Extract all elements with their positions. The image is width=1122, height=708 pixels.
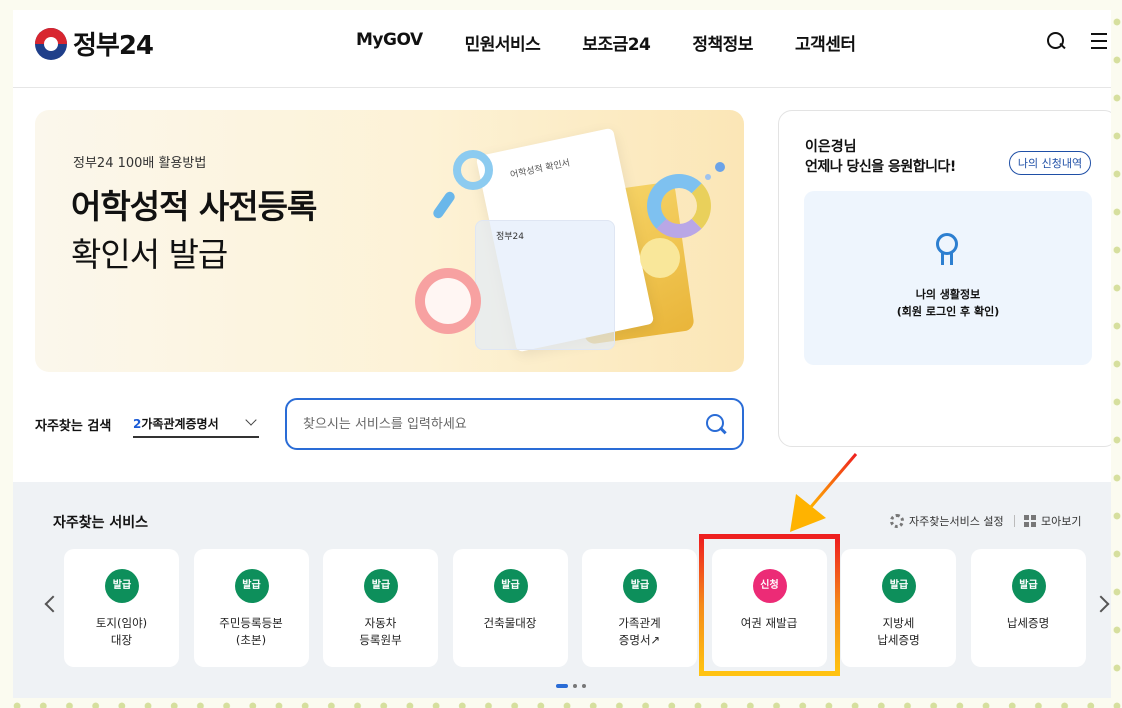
search-icon[interactable] (1045, 30, 1067, 52)
chevron-down-icon (245, 414, 257, 426)
service-label: 납세증명 (1006, 616, 1050, 630)
glass-card-logo: 정부24 (496, 232, 525, 242)
banner-title-line2: 확인서 발급 (71, 235, 228, 274)
service-badge: 발급 (364, 569, 398, 603)
service-badge: 발급 (623, 569, 657, 603)
certificate-title: 어학성적 확인서 (509, 158, 572, 181)
user-panel: 이은경님 언제나 당신을 응원합니다! 나의 신청내역 나의 생활정보 (회원 … (778, 110, 1111, 447)
nav-customer-center[interactable]: 고객센터 (795, 30, 856, 55)
service-card[interactable]: 발급자동차 등록원부 (323, 549, 438, 667)
service-card[interactable]: 발급지방세 납세증명 (841, 549, 956, 667)
page-indicator-active[interactable] (556, 684, 568, 688)
service-search-input[interactable] (303, 413, 683, 435)
service-badge: 발급 (234, 569, 269, 603)
site-header: 정부24 MyGOV 민원서비스 보조금24 정책정보 고객센터 (13, 10, 1111, 88)
service-label: 지방세 납세증명 (877, 616, 920, 648)
decor-dot (705, 174, 711, 180)
frequent-search-label: 자주찾는 검색 (35, 419, 112, 434)
promo-banner[interactable]: 정부24 100배 활용방법 어학성적 사전등록 확인서 발급 어학성적 확인서… (35, 110, 744, 372)
view-all-label: 모아보기 (1041, 515, 1082, 528)
page-indicator[interactable] (573, 684, 577, 688)
banner-title-line1: 어학성적 사전등록 (71, 187, 317, 226)
gear-icon (890, 514, 904, 528)
gov24-logo[interactable]: 정부24 (35, 25, 154, 62)
search-button-icon[interactable] (704, 412, 728, 436)
divider (1014, 515, 1015, 527)
carousel-pagination (556, 684, 586, 688)
service-label: 주민등록등본 (초본) (219, 616, 283, 648)
services-title: 자주찾는 서비스 (53, 515, 149, 531)
service-label: 가족관계 증명서↗ (618, 616, 661, 648)
magnifier-handle-illustration (431, 189, 457, 221)
page-frame: 정부24 MyGOV 민원서비스 보조금24 정책정보 고객센터 정부24 10… (13, 10, 1111, 698)
nav-subsidy24[interactable]: 보조금24 (582, 30, 651, 55)
frequent-services-section: 자주찾는 서비스 자주찾는서비스 설정 모아보기 발급 토지(임야) 대장 발급 주민… (13, 482, 1111, 698)
frequent-search-select[interactable]: 2가족관계증명서 (133, 408, 259, 438)
nav-policy-info[interactable]: 정책정보 (692, 30, 753, 55)
services-settings-link[interactable]: 자주찾는서비스 설정 (890, 513, 1004, 529)
highlight-box (699, 534, 840, 676)
decor-dot (715, 162, 725, 172)
service-card[interactable]: 발급건축물대장 (452, 549, 568, 667)
life-info-card[interactable]: 나의 생활정보 (회원 로그인 후 확인) (804, 191, 1092, 365)
service-card[interactable]: 발급납세증명 (970, 549, 1086, 667)
service-search-box (285, 398, 744, 450)
header-actions (1045, 30, 1111, 52)
services-settings-label: 자주찾는서비스 설정 (909, 515, 1004, 528)
user-name: 이은경님 (805, 139, 857, 155)
service-card[interactable]: 발급주민등록등본 (초본) (193, 549, 309, 667)
ribbon-badge-icon (932, 233, 962, 267)
carousel-next-icon[interactable] (1092, 595, 1110, 613)
service-card[interactable]: 발급가족관계 증명서↗ (582, 549, 697, 667)
life-info-title: 나의 생활정보 (915, 288, 981, 301)
taegeuk-icon (35, 27, 67, 60)
my-applications-button[interactable]: 나의 신청내역 (1009, 151, 1091, 175)
view-all-link[interactable]: 모아보기 (1024, 513, 1081, 529)
nav-civil-services[interactable]: 민원서비스 (465, 30, 541, 55)
page-indicator[interactable] (582, 684, 586, 688)
donut-chart-illustration (647, 174, 711, 238)
avatar-illustration (640, 238, 680, 278)
logo-text: 정부24 (73, 31, 154, 61)
grid-icon (1024, 515, 1036, 527)
service-badge: 발급 (493, 569, 528, 603)
service-badge: 발급 (1011, 569, 1046, 603)
user-greeting: 언제나 당신을 응원합니다! (805, 159, 956, 175)
life-info-subtitle: (회원 로그인 후 확인) (896, 305, 1000, 318)
frequent-search-keyword: 가족관계증명서 (141, 417, 219, 431)
service-card[interactable]: 발급토지(임야) 대장 (64, 549, 179, 667)
alarm-clock-illustration (415, 268, 481, 334)
service-label: 토지(임야) 대장 (95, 616, 148, 648)
banner-subtitle: 정부24 100배 활용방법 (73, 156, 207, 171)
glass-card-illustration: 정부24 (475, 220, 615, 350)
annotation-arrow-icon (790, 453, 858, 532)
carousel-prev-icon[interactable] (44, 595, 62, 613)
magnifier-illustration (453, 150, 493, 190)
menu-icon[interactable] (1089, 30, 1111, 52)
service-label: 자동차 등록원부 (359, 616, 402, 648)
service-badge: 발급 (105, 569, 139, 603)
main-nav: MyGOV 민원서비스 보조금24 정책정보 고객센터 (356, 30, 898, 55)
nav-mygov[interactable]: MyGOV (356, 30, 423, 55)
service-label: 건축물대장 (483, 616, 537, 630)
service-badge: 발급 (882, 569, 916, 603)
